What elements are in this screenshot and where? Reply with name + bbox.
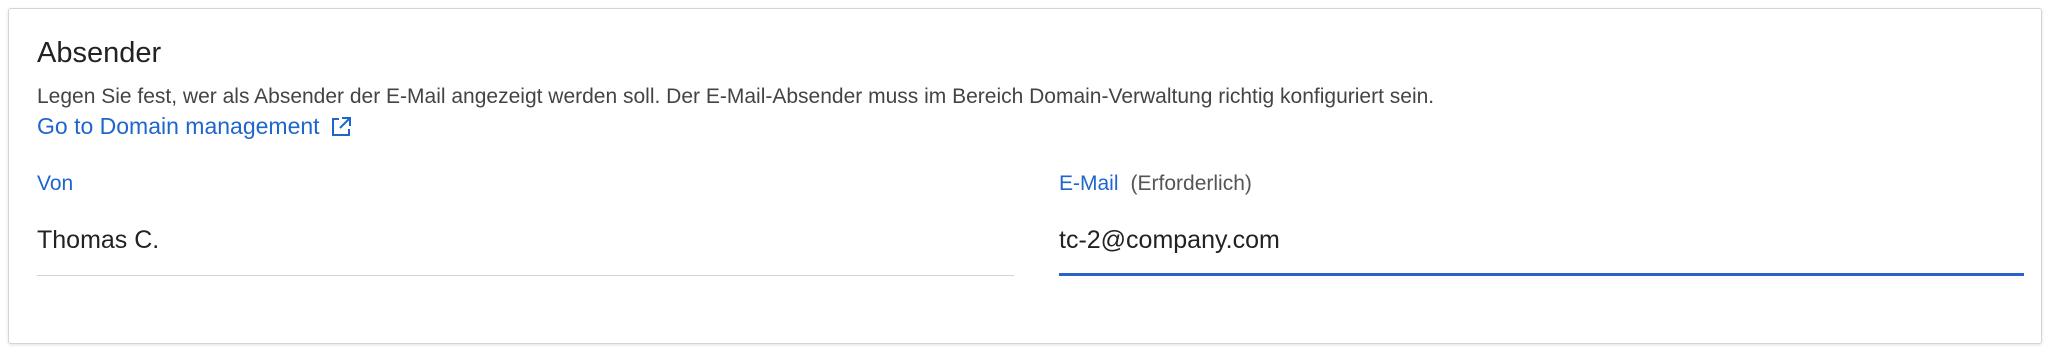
sender-settings-page: Absender Legen Sie fest, wer als Absende… — [0, 0, 2052, 354]
domain-management-link-label: Go to Domain management — [37, 113, 320, 139]
required-indicator: (Erforderlich) — [1130, 172, 1252, 195]
sender-card — [8, 8, 2042, 344]
section-title: Absender — [37, 37, 162, 69]
from-input[interactable] — [37, 220, 1014, 260]
email-label-group: E-Mail (Erforderlich) — [1059, 171, 1252, 196]
email-input-focus-underline — [1059, 273, 2024, 276]
from-label: Von — [37, 172, 74, 195]
section-description: Legen Sie fest, wer als Absender der E-M… — [37, 85, 1435, 108]
domain-management-link[interactable]: Go to Domain management — [37, 113, 352, 141]
from-input-underline — [37, 275, 1014, 276]
email-input[interactable] — [1059, 220, 2024, 260]
email-label: E-Mail — [1059, 172, 1119, 195]
external-link-icon — [330, 116, 352, 138]
